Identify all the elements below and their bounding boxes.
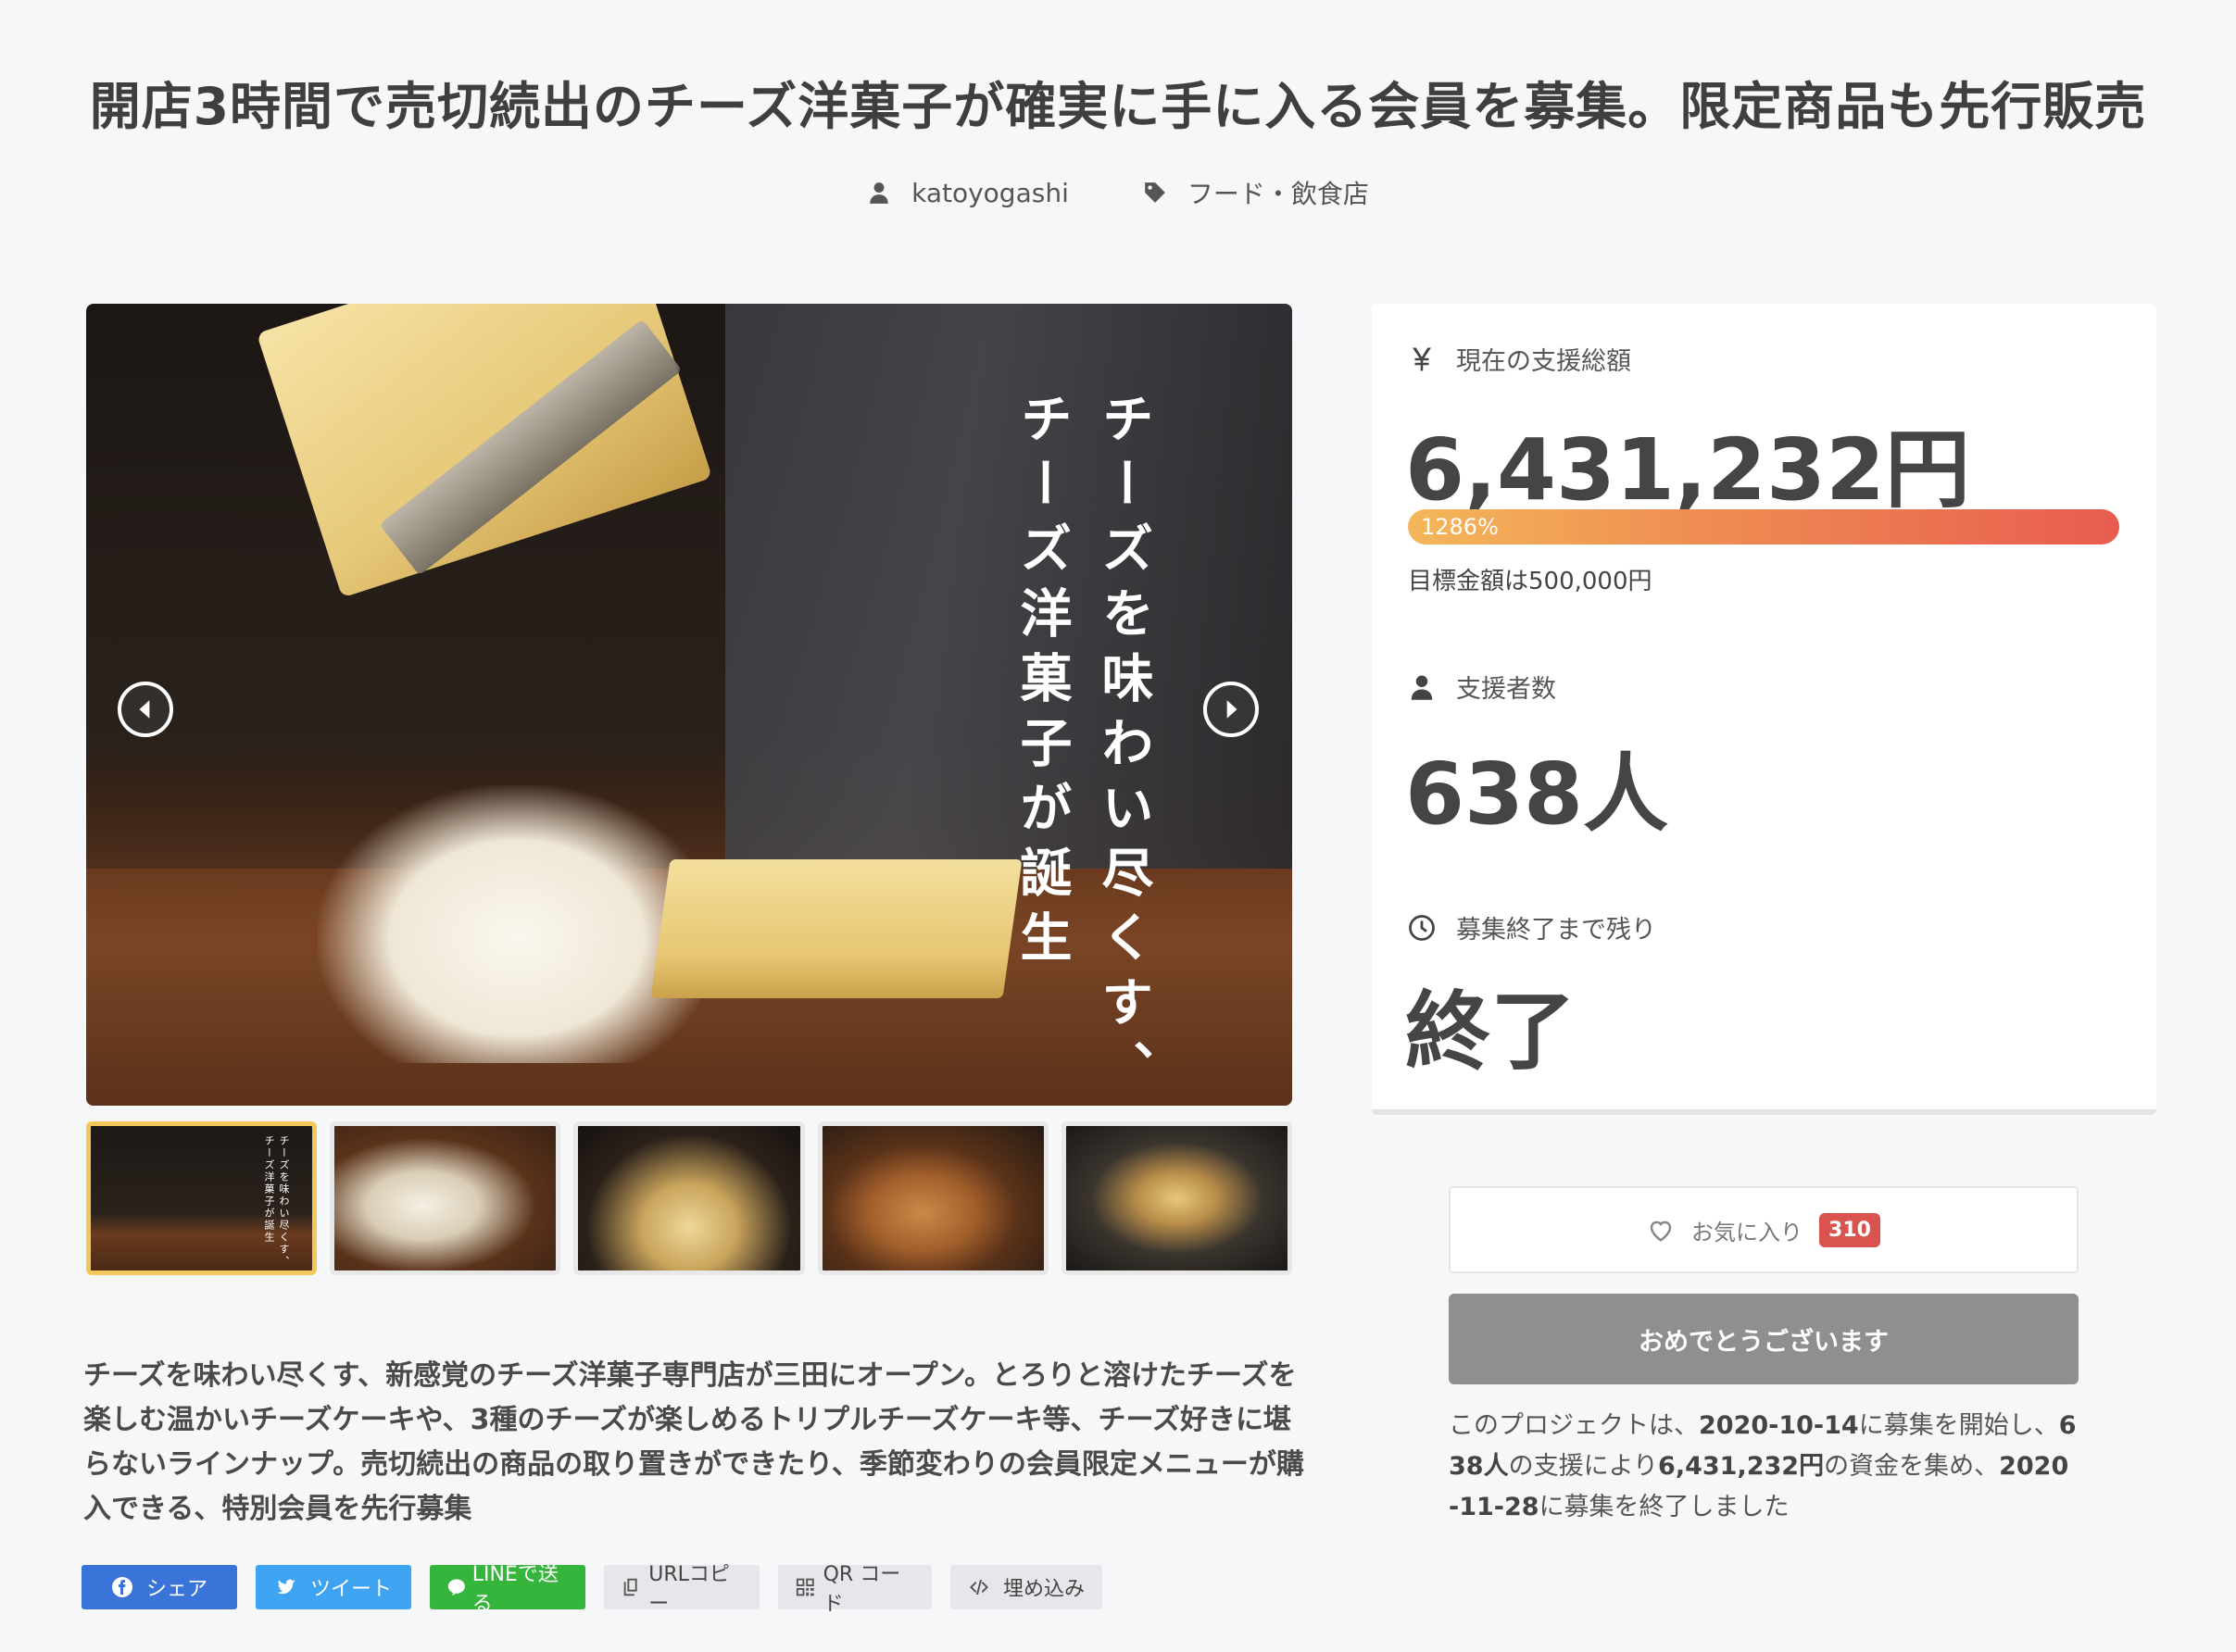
supporters-value: 638人	[1405, 745, 1669, 844]
project-meta: katoyogashi フード・飲食店	[0, 174, 2236, 211]
hero-overlay-text-1: チーズを味わい尽くす、	[1093, 392, 1154, 1105]
funding-stats-card: 現在の支援総額 6,431,232円 1286% 目標金額は500,000円 支…	[1372, 304, 2156, 1115]
clock-icon	[1409, 914, 1435, 941]
twitter-share-button[interactable]: ツイート	[256, 1565, 411, 1609]
hero-carousel: チーズを味わい尽くす、 チーズ洋菓子が誕生	[86, 304, 1292, 1106]
hero-overlay-text-2: チーズ洋菓子が誕生	[1011, 392, 1073, 975]
share-buttons: シェア ツイート LINEで送る URLコピー QR コード 埋め込み	[82, 1563, 1102, 1616]
facebook-share-button[interactable]: シェア	[82, 1565, 237, 1609]
qr-code-label: QR コード	[823, 1563, 901, 1616]
remaining-label: 募集終了まで残り	[1456, 916, 1656, 945]
goal-amount: 目標金額は500,000円	[1408, 568, 1652, 595]
project-description: チーズを味わい尽くす、新感覚のチーズ洋菓子専門店が三田にオープン。とろりと溶けた…	[83, 1359, 1304, 1525]
qr-code-icon	[796, 1578, 814, 1596]
remaining-label-row: 募集終了まで残り	[1408, 909, 1656, 945]
tag-icon	[1145, 182, 1165, 203]
qr-code-button[interactable]: QR コード	[778, 1563, 932, 1616]
user-icon	[870, 182, 888, 204]
supporters-label: 支援者数	[1456, 675, 1556, 704]
progress-bar: 1286%	[1408, 509, 2119, 544]
summary-start-date: 2020-10-14	[1699, 1411, 1859, 1440]
author-name: katoyogashi	[911, 177, 1069, 208]
line-share-button[interactable]: LINEで送る	[430, 1563, 585, 1616]
hero-image-cheese-block	[650, 859, 1023, 998]
thumbnail-5[interactable]	[1061, 1121, 1293, 1275]
category-name: フード・飲食店	[1187, 179, 1369, 209]
code-icon	[969, 1580, 988, 1595]
summary-amount: 6,431,232円	[1658, 1452, 1825, 1481]
url-copy-button[interactable]: URLコピー	[604, 1563, 760, 1616]
copy-icon	[623, 1578, 637, 1596]
hero-image-grated-cheese	[318, 785, 716, 1063]
favorite-label: お気に入り	[1691, 1219, 1803, 1245]
category-link[interactable]: フード・飲食店	[1143, 174, 1369, 211]
amount-value: 6,431,232円	[1405, 420, 1970, 519]
thumbnail-2[interactable]	[330, 1121, 561, 1275]
summary-text-3: の支援により	[1508, 1452, 1659, 1481]
thumbnail-4[interactable]	[817, 1121, 1049, 1275]
favorite-button[interactable]: お気に入り 310	[1449, 1186, 2079, 1273]
carousel-prev-button[interactable]	[118, 682, 173, 737]
twitter-icon	[276, 1579, 295, 1595]
thumbnail-strip: チーズを味わい尽くす、 チーズ洋菓子が誕生	[86, 1121, 1293, 1275]
thumbnail-1-overlay-text-1: チーズを味わい尽くす、	[278, 1135, 290, 1268]
chevron-left-icon	[139, 700, 150, 719]
summary-text-2: に募集を開始し、	[1858, 1411, 2059, 1440]
user-icon	[1411, 675, 1433, 700]
amount-label: 現在の支援総額	[1456, 347, 1631, 376]
summary-text-4: の資金を集め、	[1824, 1452, 2000, 1481]
carousel-next-button[interactable]	[1203, 682, 1259, 737]
line-icon	[447, 1579, 465, 1596]
author-link[interactable]: katoyogashi	[867, 174, 1069, 211]
twitter-share-label: ツイート	[309, 1578, 392, 1601]
facebook-icon	[111, 1577, 132, 1597]
line-share-label: LINEで送る	[471, 1563, 559, 1616]
summary-text-1: このプロジェクトは、	[1449, 1411, 1699, 1440]
project-summary: このプロジェクトは、2020-10-14に募集を開始し、638人の支援により6,…	[1449, 1406, 2079, 1528]
facebook-share-label: シェア	[145, 1578, 207, 1601]
thumbnail-3[interactable]	[573, 1121, 805, 1275]
progress-percent: 1286%	[1421, 514, 1499, 540]
thumbnail-1[interactable]: チーズを味わい尽くす、 チーズ洋菓子が誕生	[86, 1121, 318, 1275]
chevron-right-icon	[1226, 700, 1237, 719]
embed-button[interactable]: 埋め込み	[950, 1565, 1102, 1609]
heart-icon	[1650, 1220, 1672, 1242]
remaining-value: 終了	[1405, 982, 1577, 1082]
summary-text-5: に募集を終了しました	[1539, 1493, 1790, 1521]
supporters-label-row: 支援者数	[1408, 669, 1556, 705]
embed-label: 埋め込み	[1002, 1578, 1085, 1601]
yen-icon	[1413, 347, 1431, 370]
amount-label-row: 現在の支援総額	[1408, 341, 1631, 377]
favorite-count-badge: 310	[1819, 1212, 1880, 1247]
project-title: 開店3時間で売切続出のチーズ洋菓子が確実に手に入る会員を募集。限定商品も先行販売	[89, 77, 2147, 136]
congratulations-button[interactable]: おめでとうございます	[1449, 1294, 2079, 1384]
thumbnail-1-overlay-text-2: チーズ洋菓子が誕生	[263, 1135, 275, 1244]
url-copy-label: URLコピー	[648, 1563, 730, 1616]
